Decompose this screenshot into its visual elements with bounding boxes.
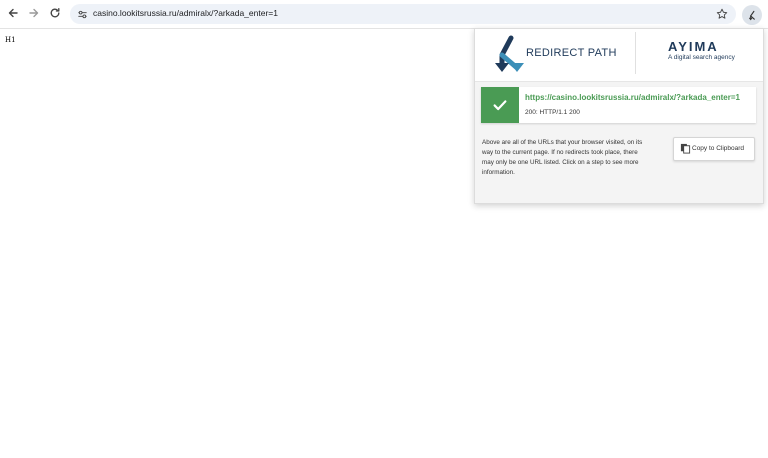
clipboard-icon xyxy=(680,143,691,154)
copy-button-label: Copy to Clipboard xyxy=(692,145,745,152)
browser-toolbar: casino.lookitsrussia.ru/admiralx/?arkada… xyxy=(0,0,768,29)
page-heading: H1 xyxy=(5,36,16,44)
ayima-tagline: A digital search agency xyxy=(668,54,735,61)
address-bar[interactable]: casino.lookitsrussia.ru/admiralx/?arkada… xyxy=(70,4,736,24)
step-url: https://casino.lookitsrussia.ru/admiralx… xyxy=(525,93,740,102)
step-status: 200: HTTP/1.1 200 xyxy=(525,109,580,116)
arrow-right-icon xyxy=(29,8,39,18)
brand-name: REDIRECT PATH xyxy=(526,47,617,59)
redirect-step-row[interactable]: https://casino.lookitsrussia.ru/admiralx… xyxy=(481,87,756,123)
star-icon[interactable] xyxy=(716,8,728,20)
ayima-logo[interactable]: AYIMA xyxy=(668,39,719,54)
back-button[interactable] xyxy=(4,4,22,22)
redirect-path-icon xyxy=(748,10,755,20)
status-success-badge xyxy=(481,87,519,123)
checkmark-icon xyxy=(493,100,507,111)
arrow-left-icon xyxy=(8,8,18,18)
tune-icon[interactable] xyxy=(76,8,88,20)
reload-icon xyxy=(50,7,60,18)
reload-button[interactable] xyxy=(46,4,64,22)
redirect-path-logo-icon xyxy=(495,35,524,72)
copy-to-clipboard-button[interactable]: Copy to Clipboard xyxy=(673,137,755,161)
url-text: casino.lookitsrussia.ru/admiralx/?arkada… xyxy=(93,8,278,18)
info-text: Above are all of the URLs that your brow… xyxy=(482,139,643,176)
popup-header: REDIRECT PATH AYIMA A digital search age… xyxy=(475,29,763,82)
header-divider xyxy=(635,32,636,74)
redirect-path-popup: REDIRECT PATH AYIMA A digital search age… xyxy=(474,28,764,204)
forward-button[interactable] xyxy=(25,4,43,22)
redirect-path-extension-button[interactable] xyxy=(742,5,762,25)
